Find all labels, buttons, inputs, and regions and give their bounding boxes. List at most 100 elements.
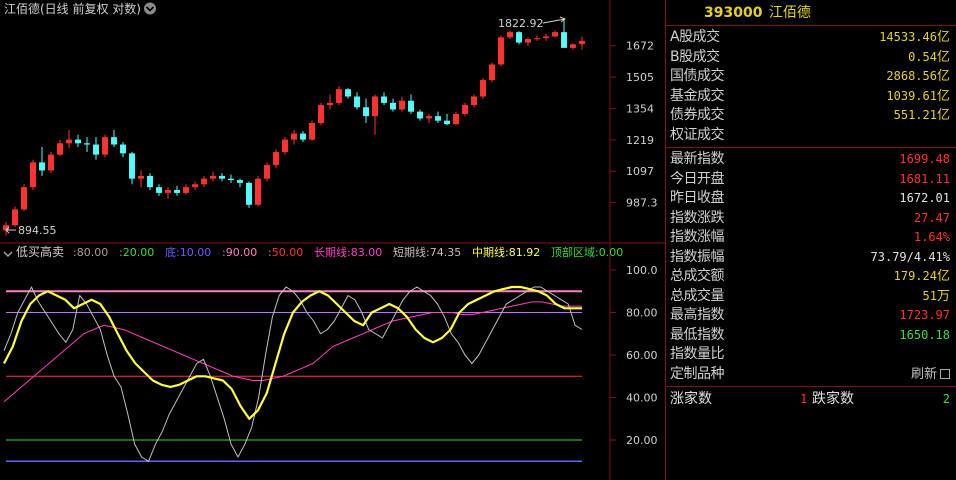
candle-body xyxy=(264,165,270,179)
stat-label: 基金成交 xyxy=(670,87,725,104)
candle-body xyxy=(435,116,441,121)
stat-unit: 亿 xyxy=(936,108,950,123)
indicator-param: 中期线:81.92 xyxy=(472,245,540,259)
price-tick-label: 987.3 xyxy=(626,197,658,210)
stat-unit: 亿 xyxy=(936,88,950,104)
stat-row: 总成交量 51万 xyxy=(666,287,956,307)
indicator-tick-label: 100.0 xyxy=(626,264,658,277)
candle xyxy=(255,175,261,207)
candle-body xyxy=(498,37,504,65)
candle-body xyxy=(183,187,189,193)
price-tick-label: 1505 xyxy=(626,71,654,84)
stat-unit: 亿 xyxy=(936,69,950,84)
stat-label: 昨日收盘 xyxy=(670,190,725,206)
candle xyxy=(273,149,279,168)
stat-label: 指数涨幅 xyxy=(670,229,725,245)
candle-body xyxy=(561,32,567,48)
candle-body xyxy=(84,143,90,145)
candle-body xyxy=(543,36,549,39)
stat-number: 1.64% xyxy=(913,230,950,244)
candle-body xyxy=(66,139,72,144)
stat-label: 国债成交 xyxy=(670,68,725,84)
candle-body xyxy=(156,187,162,193)
stat-row: 指数涨跌 27.47 xyxy=(666,209,956,229)
indicator-tick-label: 20.00 xyxy=(626,434,658,447)
stat-unit: 亿 xyxy=(936,30,950,45)
chart-title: 江佰德(日线 前复权 对数) xyxy=(4,1,141,16)
candle-body xyxy=(192,184,198,188)
stat-label: 总成交量 xyxy=(670,287,725,304)
candle-body xyxy=(408,100,414,112)
candle-body xyxy=(210,175,216,179)
candle-body xyxy=(453,113,459,125)
indicator-tick-label: 40.00 xyxy=(626,392,658,405)
stat-value: 1039.61亿 xyxy=(886,87,950,107)
candle-body xyxy=(111,137,117,145)
candle-body xyxy=(129,153,135,179)
indicator-param-value: 74.35 xyxy=(430,246,462,259)
candle xyxy=(516,31,522,45)
stat-row: B股成交 0.54亿 xyxy=(666,48,956,68)
candle-body xyxy=(507,32,513,38)
candle-body xyxy=(291,133,297,140)
stat-number: 1681.11 xyxy=(899,171,950,186)
panel-header: 393000 江佰德 xyxy=(666,0,956,26)
stat-label: 最低指数 xyxy=(670,326,725,343)
candle xyxy=(282,137,288,155)
down-count-value: 2 xyxy=(942,392,950,406)
stat-number: 179.24 xyxy=(893,269,937,283)
candle-body xyxy=(57,143,63,155)
candle-body xyxy=(570,44,576,48)
chart-menu-icon[interactable] xyxy=(144,2,156,15)
refresh-label: 刷新 xyxy=(910,366,937,382)
turnover-section: A股成交 14533.46亿 B股成交 0.54亿 国债成交 2868.56亿 基金成交 10… xyxy=(666,26,956,148)
stat-row: 最高指数 1723.97 xyxy=(666,306,956,326)
candle-body xyxy=(48,154,54,171)
stat-unit: 亿 xyxy=(936,269,950,284)
candle xyxy=(264,162,270,182)
indicator-param: 长期线:83.00 xyxy=(314,245,382,259)
breadth-row: 涨家数 1 跌家数 2 xyxy=(666,387,956,411)
refresh-button[interactable]: 刷新 xyxy=(911,365,950,385)
candle-body xyxy=(372,96,378,117)
stat-number: 51 xyxy=(922,288,937,303)
indicator-param-value: 90.00 xyxy=(226,246,258,259)
price-tick-label: 1097 xyxy=(626,165,654,178)
candle-body xyxy=(363,107,369,117)
stat-number: 73.79/4.41% xyxy=(870,249,950,264)
candle-body xyxy=(552,32,558,37)
min-price-label: 894.55 xyxy=(18,224,57,237)
candle-body xyxy=(345,89,351,97)
stat-value: 2868.56亿 xyxy=(886,67,950,87)
max-price-label: 1822.92 xyxy=(498,17,544,30)
stat-label: 权证成交 xyxy=(670,126,725,143)
candle-body xyxy=(309,122,315,140)
stat-value: 1650.18 xyxy=(899,326,950,346)
price-tick-label: 1354 xyxy=(626,103,654,116)
down-count-label: 跌家数 xyxy=(812,391,854,407)
candle-body xyxy=(21,187,27,210)
candle-body xyxy=(138,175,144,179)
stat-number: 1699.48 xyxy=(899,152,950,166)
candle-body xyxy=(336,89,342,103)
indicator-param: 短期线:74.35 xyxy=(393,245,461,259)
index-code: 393000 xyxy=(704,5,763,21)
candle xyxy=(309,120,315,141)
stat-row: 最新指数 1699.48 xyxy=(666,150,956,170)
candle-body xyxy=(390,102,396,110)
stat-row: 指数振幅 73.79/4.41% xyxy=(666,248,956,268)
stat-value: 1699.48 xyxy=(899,150,950,170)
candle xyxy=(489,62,495,83)
candle-body xyxy=(93,144,99,155)
indicator-param-value: 0.00 xyxy=(599,246,624,259)
candle-body xyxy=(237,180,243,183)
candle-body xyxy=(579,40,585,45)
stat-label: B股成交 xyxy=(670,48,720,65)
up-count-value: 1 xyxy=(800,392,808,406)
stat-number: 2868.56 xyxy=(886,69,937,83)
stat-row: 权证成交 xyxy=(666,126,956,146)
candle-body xyxy=(516,32,522,43)
refresh-icon xyxy=(940,368,950,379)
stat-label: 最新指数 xyxy=(670,151,725,167)
kline-chart-area[interactable]: 江佰德(日线 前复权 对数) 1672 1505 1354 1219 1097 987.3… xyxy=(0,0,665,480)
